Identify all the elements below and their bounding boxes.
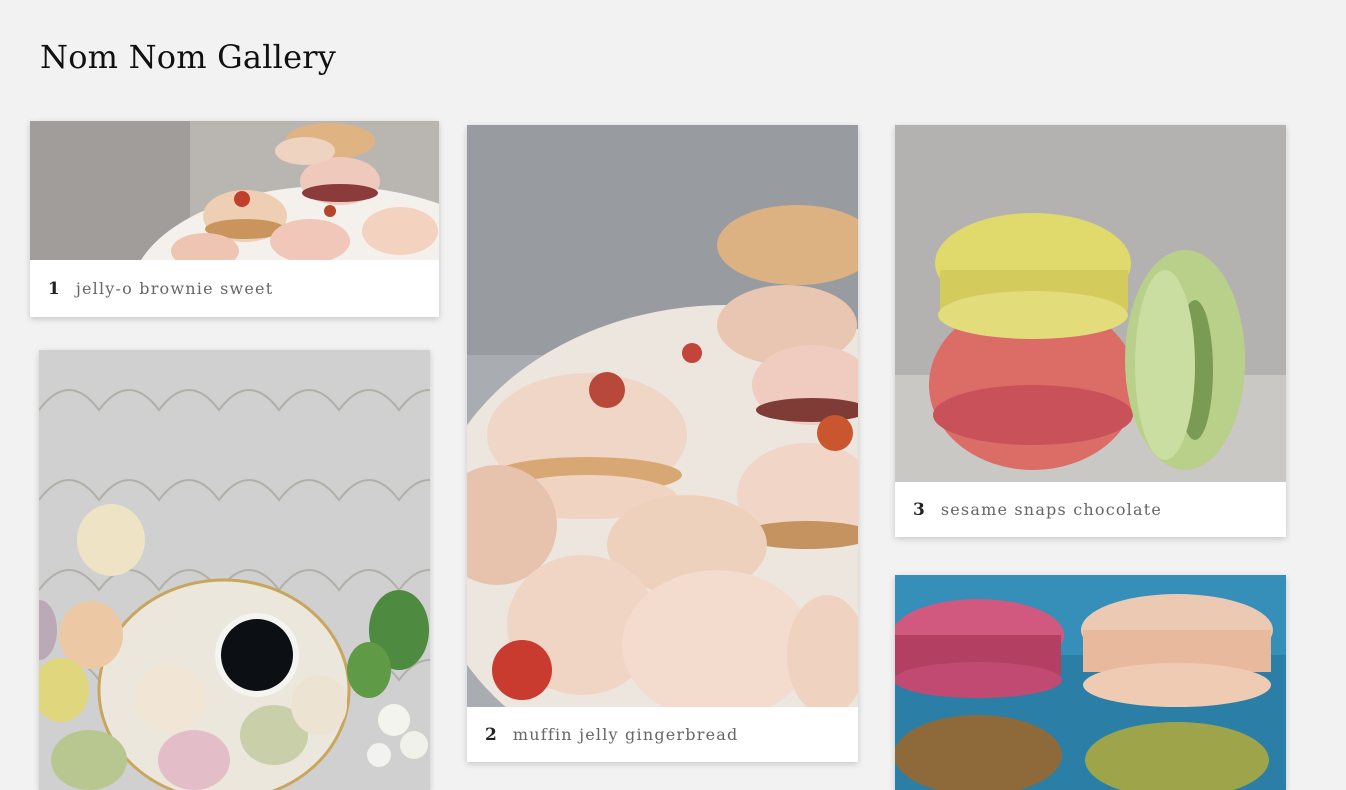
gallery-card-2[interactable]: 2 muffin jelly gingerbread (467, 125, 858, 762)
page-title: Nom Nom Gallery (40, 38, 336, 76)
gallery-image-2[interactable] (467, 125, 858, 707)
gallery-image-3[interactable] (895, 125, 1286, 482)
gallery-caption-1: 1 jelly-o brownie sweet (30, 260, 439, 317)
gallery-image-4[interactable] (39, 350, 430, 790)
gallery-number: 2 (485, 724, 497, 745)
gallery-card-3[interactable]: 3 sesame snaps chocolate (895, 125, 1286, 537)
gallery-image-5[interactable] (895, 575, 1286, 790)
gallery-image-1[interactable] (30, 121, 439, 260)
gallery-card-4[interactable] (39, 350, 430, 790)
gallery-caption-2: 2 muffin jelly gingerbread (467, 707, 858, 762)
gallery-card-5[interactable] (895, 575, 1286, 790)
gallery-number: 1 (48, 278, 60, 299)
gallery-number: 3 (913, 499, 925, 520)
gallery-label[interactable]: muffin jelly gingerbread (513, 725, 739, 744)
gallery-caption-3: 3 sesame snaps chocolate (895, 482, 1286, 537)
gallery-label[interactable]: jelly-o brownie sweet (76, 279, 274, 298)
gallery-card-1[interactable]: 1 jelly-o brownie sweet (30, 121, 439, 317)
gallery-label[interactable]: sesame snaps chocolate (941, 500, 1162, 519)
